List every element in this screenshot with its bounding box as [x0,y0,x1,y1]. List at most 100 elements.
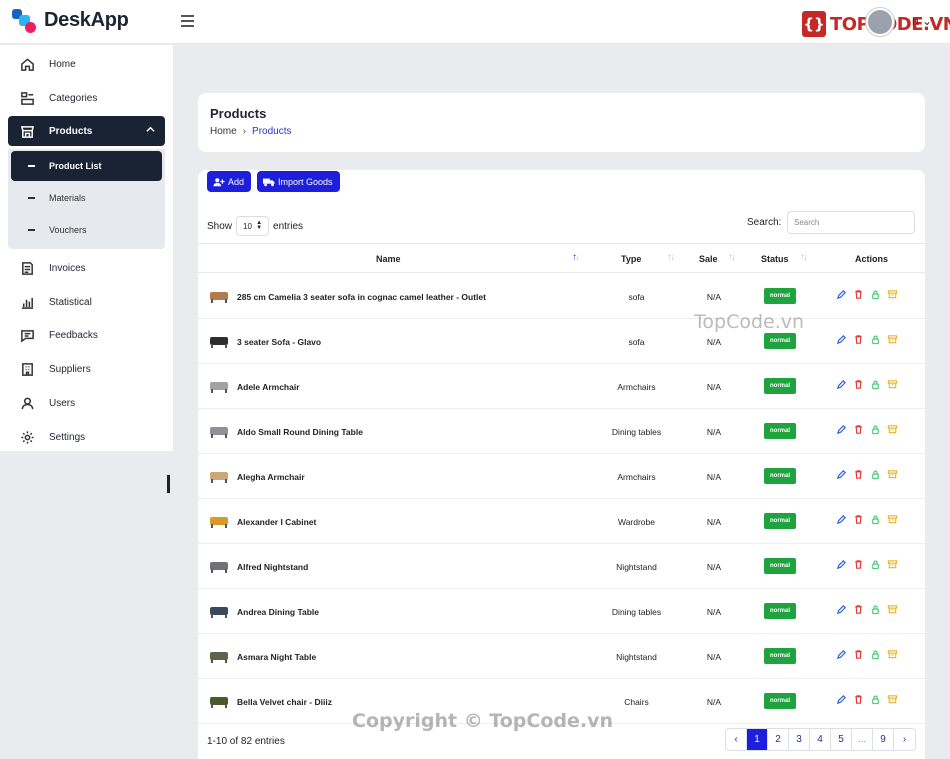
archive-icon[interactable] [887,559,898,570]
column-header-type[interactable]: Type [621,254,641,264]
delete-icon[interactable] [853,559,864,570]
product-type: Chairs [624,697,649,707]
submenu-item-vouchers[interactable]: Vouchers [11,215,162,245]
pagination-page[interactable]: 4 [810,729,831,750]
pagination-page[interactable]: 3 [789,729,810,750]
sidebar-item-invoices[interactable]: Invoices [8,253,165,283]
archive-icon[interactable] [887,334,898,345]
delete-icon[interactable] [853,694,864,705]
top-navbar: DeskApp {} TOPCODE.VN n ⌄ [0,0,950,44]
pagination-page[interactable]: 1 [747,729,768,750]
column-header-sale[interactable]: Sale [699,254,718,264]
sort-sale-icon[interactable]: ↑↓ [728,252,736,263]
product-type: Dining tables [611,427,662,437]
product-sale: N/A [706,607,722,617]
breadcrumb-home[interactable]: Home [210,126,237,137]
status-badge: normal [764,558,796,574]
user-icon [19,395,35,411]
edit-icon[interactable] [836,604,847,615]
edit-icon[interactable] [836,649,847,660]
delete-icon[interactable] [853,334,864,345]
delete-icon[interactable] [853,469,864,480]
pagination-page[interactable]: 2 [768,729,789,750]
edit-icon[interactable] [836,289,847,300]
lock-icon[interactable] [870,379,881,390]
product-type: sofa [628,337,645,347]
delete-icon[interactable] [853,514,864,525]
edit-icon[interactable] [836,514,847,525]
pagination-prev-icon[interactable]: ‹ [726,729,747,750]
sort-status-icon[interactable]: ↑↓ [800,252,808,263]
products-submenu: Product List Materials Vouchers [8,149,165,249]
lock-icon[interactable] [870,424,881,435]
edit-icon[interactable] [836,379,847,390]
edit-icon[interactable] [836,334,847,345]
archive-icon[interactable] [887,469,898,480]
status-badge: normal [764,693,796,709]
user-avatar[interactable] [866,8,894,36]
app-logo-icon[interactable] [12,9,38,35]
sidebar-item-statistical[interactable]: Statistical [8,287,165,317]
archive-icon[interactable] [887,604,898,615]
archive-icon[interactable] [887,649,898,660]
archive-icon[interactable] [887,379,898,390]
delete-icon[interactable] [853,424,864,435]
product-sale: N/A [706,652,722,662]
sidebar-item-settings[interactable]: Settings [8,422,165,452]
delete-icon[interactable] [853,649,864,660]
user-menu-toggle[interactable]: n ⌄ [912,14,932,28]
submenu-item-materials[interactable]: Materials [11,183,162,213]
column-header-status[interactable]: Status [761,254,789,264]
lock-icon[interactable] [870,514,881,525]
products-table-card: Add Import Goods Show 10 ▲ ▼ entries Sear… [198,170,925,759]
column-header-name[interactable]: Name [376,254,401,264]
pagination-next-icon[interactable]: › [894,729,915,750]
status-badge: normal [764,333,796,349]
lock-icon[interactable] [870,559,881,570]
product-type: Nightstand [616,562,657,572]
sidebar-item-feedbacks[interactable]: Feedbacks [8,320,165,350]
sidebar-item-products[interactable]: Products [8,116,165,146]
archive-icon[interactable] [887,424,898,435]
delete-icon[interactable] [853,289,864,300]
lock-icon[interactable] [870,604,881,615]
edit-icon[interactable] [836,469,847,480]
entries-select[interactable]: 10 ▲ ▼ [236,216,270,236]
add-product-button[interactable]: Add [207,171,252,192]
lock-icon[interactable] [870,649,881,660]
delete-icon[interactable] [853,604,864,615]
status-badge: normal [764,603,796,619]
row-actions [836,334,898,345]
archive-icon[interactable] [887,514,898,525]
lock-icon[interactable] [870,289,881,300]
import-goods-button[interactable]: Import Goods [257,171,340,192]
sidebar-scrollbar[interactable] [167,475,170,493]
product-thumbnail [208,512,230,530]
sort-name-icon[interactable]: ↑↓ [572,252,580,263]
search-input[interactable] [787,211,915,234]
invoice-icon [19,260,35,276]
archive-icon[interactable] [887,289,898,300]
archive-icon[interactable] [887,694,898,705]
pagination-page[interactable]: 9 [873,729,894,750]
delete-icon[interactable] [853,379,864,390]
app-brand[interactable]: DeskApp [44,9,129,32]
sort-type-icon[interactable]: ↑↓ [667,252,675,263]
row-actions [836,379,898,390]
lock-icon[interactable] [870,694,881,705]
lock-icon[interactable] [870,469,881,480]
pagination-page[interactable]: 5 [831,729,852,750]
sidebar-item-home[interactable]: Home [8,49,165,79]
edit-icon[interactable] [836,424,847,435]
submenu-item-product-list[interactable]: Product List [11,151,162,181]
lock-icon[interactable] [870,334,881,345]
sidebar-item-categories[interactable]: Categories [8,83,165,113]
table-row: Asmara Night Table Nightstand N/A normal [198,634,925,679]
sidebar-item-suppliers[interactable]: Suppliers [8,354,165,384]
table-row: 3 seater Sofa - Glavo sofa N/A normal [198,319,925,364]
edit-icon[interactable] [836,694,847,705]
sidebar-item-users[interactable]: Users [8,388,165,418]
product-thumbnail [208,377,230,395]
menu-toggle-icon[interactable] [181,15,194,27]
edit-icon[interactable] [836,559,847,570]
